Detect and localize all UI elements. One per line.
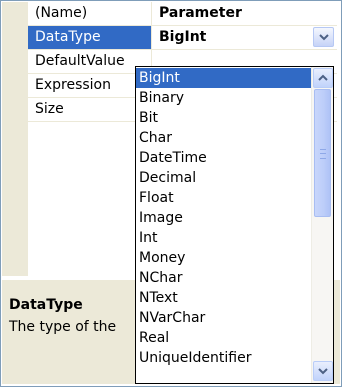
dropdown-button[interactable] — [313, 27, 334, 47]
chevron-up-icon — [318, 74, 328, 81]
datatype-dropdown-list[interactable]: BigInt Binary Bit Char DateTime Decimal … — [135, 66, 334, 384]
scroll-down-button[interactable] — [313, 361, 333, 381]
dropdown-option[interactable]: Float — [136, 188, 311, 208]
property-row-datatype[interactable]: DataType BigInt — [28, 26, 337, 50]
dropdown-option[interactable]: NChar — [136, 268, 311, 288]
property-value[interactable]: Parameter — [153, 2, 337, 25]
scroll-thumb[interactable] — [314, 89, 331, 217]
property-name-label: DataType — [28, 26, 152, 49]
grid-gutter — [2, 2, 28, 276]
grip-icon — [320, 149, 326, 159]
datatype-combo-value[interactable]: BigInt — [153, 26, 337, 49]
dropdown-option[interactable]: Real — [136, 328, 311, 348]
dropdown-option[interactable]: Char — [136, 128, 311, 148]
property-name-label: DefaultValue — [28, 50, 152, 73]
property-row-name[interactable]: (Name) Parameter — [28, 2, 337, 26]
property-name-label: Size — [28, 98, 152, 121]
dropdown-option[interactable]: NText — [136, 288, 311, 308]
dropdown-option[interactable]: BigInt — [136, 68, 311, 88]
scroll-up-button[interactable] — [313, 68, 333, 88]
chevron-down-icon — [318, 368, 328, 375]
dropdown-option[interactable]: Binary — [136, 88, 311, 108]
chevron-down-icon — [318, 34, 329, 41]
property-name-label: Expression — [28, 74, 152, 97]
dropdown-option[interactable]: NVarChar — [136, 308, 311, 328]
dropdown-option[interactable]: UniqueIdentifier — [136, 348, 311, 368]
description-title: DataType — [9, 297, 83, 313]
dropdown-option[interactable]: DateTime — [136, 148, 311, 168]
description-text: The type of the — [9, 319, 117, 335]
dropdown-option[interactable]: Decimal — [136, 168, 311, 188]
dropdown-option[interactable]: Bit — [136, 108, 311, 128]
dropdown-option[interactable]: Image — [136, 208, 311, 228]
dropdown-option[interactable]: Money — [136, 248, 311, 268]
dropdown-option[interactable]: Int — [136, 228, 311, 248]
dropdown-scrollbar[interactable] — [311, 67, 333, 383]
property-name-label: (Name) — [28, 2, 152, 25]
